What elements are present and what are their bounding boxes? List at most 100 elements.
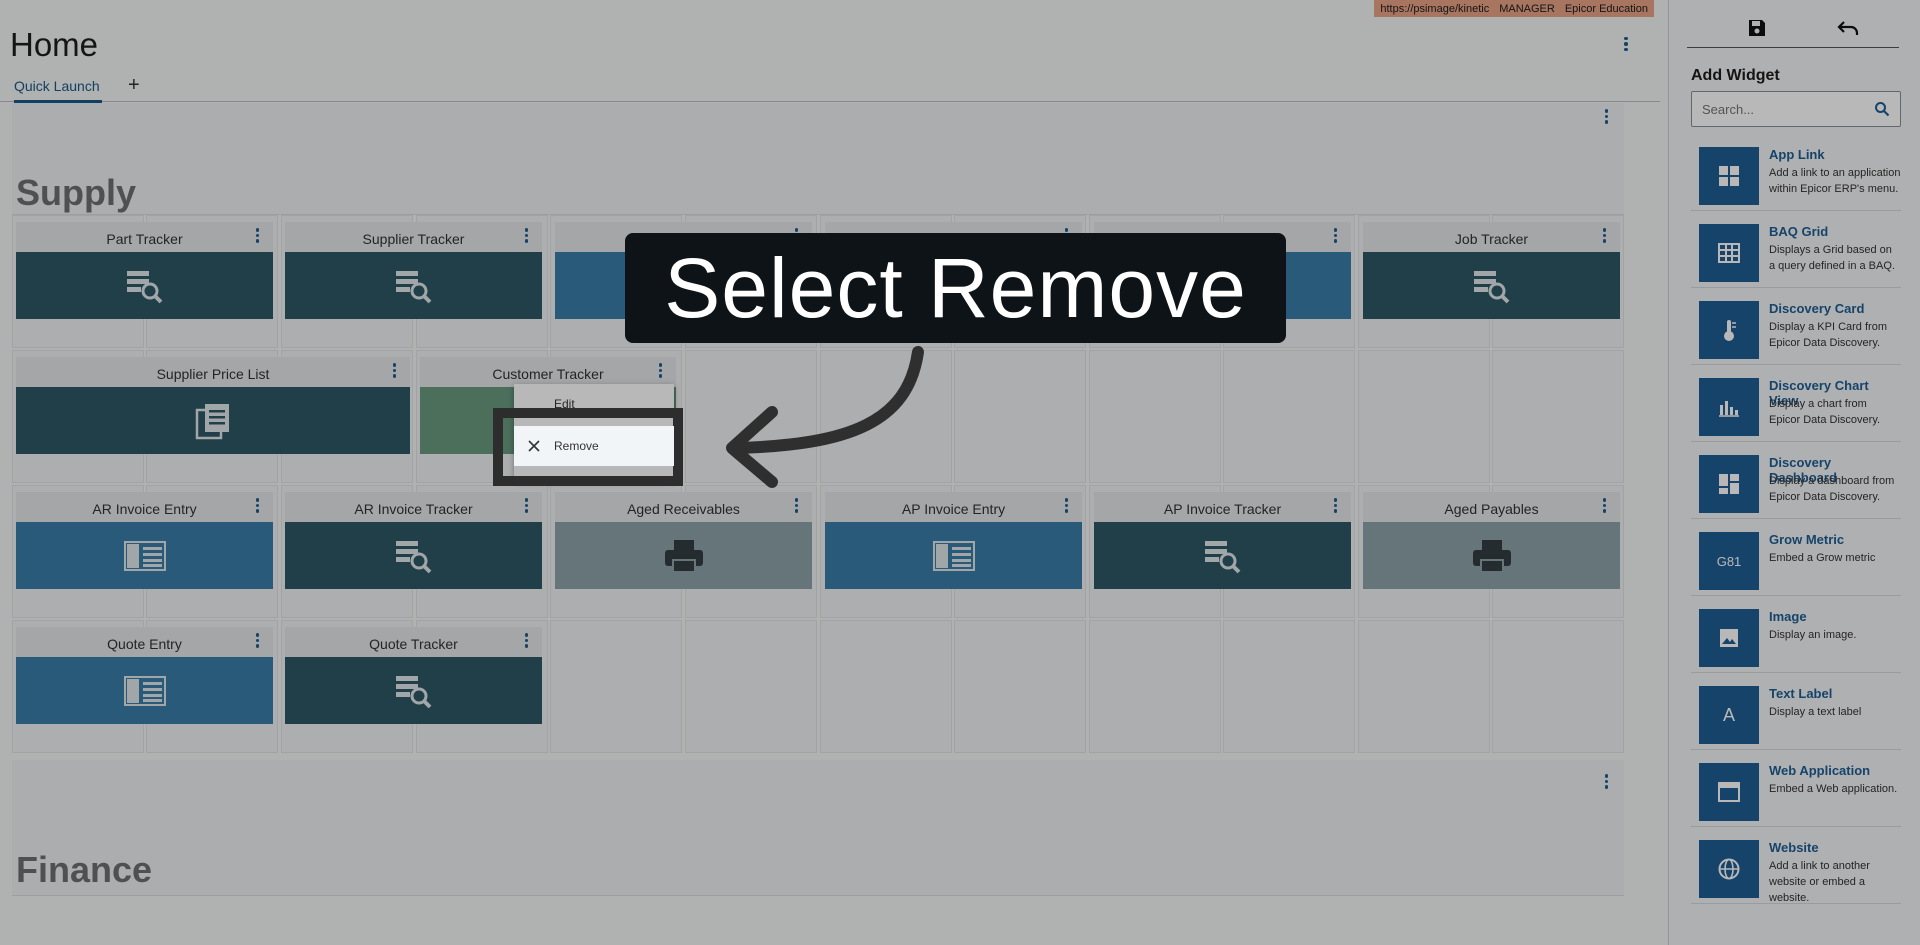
- widget-option[interactable]: Discovery Dashboard Display a dashboard f…: [1691, 447, 1901, 519]
- widget-option[interactable]: App Link Add a link to an application wit…: [1691, 139, 1901, 211]
- tile-menu-button[interactable]: [1602, 498, 1606, 513]
- report-documents-icon: [191, 402, 235, 440]
- widget-option[interactable]: Discovery Chart View Display a chart from…: [1691, 370, 1901, 442]
- search-icon[interactable]: [1874, 101, 1890, 122]
- tile-menu-button[interactable]: [255, 228, 259, 243]
- tile-menu-button[interactable]: [255, 498, 259, 513]
- grid-cell: [1492, 350, 1624, 483]
- tile-body[interactable]: [16, 252, 273, 319]
- grid-cell: [1358, 620, 1490, 753]
- app-tile[interactable]: Supplier Tracker: [285, 222, 542, 319]
- widget-option[interactable]: Web Application Embed a Web application.: [1691, 755, 1901, 827]
- widget-option[interactable]: G81 Grow Metric Embed a Grow metric: [1691, 524, 1901, 596]
- page-overflow-menu-button[interactable]: [1616, 32, 1636, 56]
- highlighted-remove-option[interactable]: Remove: [514, 426, 674, 466]
- tracker-search-icon: [392, 267, 436, 305]
- tile-header: Supplier Tracker: [285, 222, 542, 252]
- tile-body[interactable]: [1363, 252, 1620, 319]
- tile-menu-button[interactable]: [392, 363, 396, 378]
- vertical-dots-icon: [1602, 498, 1606, 513]
- widget-name: Image: [1769, 609, 1807, 624]
- tile-menu-button[interactable]: [524, 633, 528, 648]
- tile-body[interactable]: [16, 387, 410, 454]
- tile-menu-button[interactable]: [524, 498, 528, 513]
- tile-menu-button[interactable]: [1064, 498, 1068, 513]
- widget-icon-tile: [1699, 224, 1759, 282]
- grid-cell: [1089, 620, 1221, 753]
- save-button[interactable]: [1747, 18, 1767, 43]
- tile-menu-button[interactable]: [1602, 228, 1606, 243]
- app-tile[interactable]: AP Invoice Entry: [825, 492, 1082, 589]
- tile-menu-button[interactable]: [524, 228, 528, 243]
- grid-cell: [954, 350, 1086, 483]
- image-icon: [1719, 628, 1739, 648]
- app-tile[interactable]: AP Invoice Tracker: [1094, 492, 1351, 589]
- tab-quick-launch[interactable]: Quick Launch: [14, 78, 102, 103]
- widget-icon-tile: [1699, 840, 1759, 898]
- app-tile[interactable]: Aged Receivables: [555, 492, 812, 589]
- tile-body[interactable]: [825, 522, 1082, 589]
- app-tile[interactable]: AR Invoice Entry: [16, 492, 273, 589]
- add-tab-button[interactable]: +: [128, 74, 140, 97]
- widget-description: Displays a Grid based on a query defined…: [1769, 244, 1895, 272]
- page-title: Home: [10, 26, 99, 63]
- widget-option[interactable]: BAQ Grid Displays a Grid based on a query…: [1691, 216, 1901, 288]
- grid-cell: [1089, 350, 1221, 483]
- panel-title: Add Widget: [1691, 67, 1780, 84]
- tile-body[interactable]: [285, 252, 542, 319]
- app-tile[interactable]: Job Tracker: [1363, 222, 1620, 319]
- tab-bar: Quick Launch +: [0, 71, 1660, 103]
- widget-search-input[interactable]: [1702, 102, 1862, 117]
- tile-title: Customer Tracker: [492, 366, 604, 382]
- tile-body[interactable]: [1363, 522, 1620, 589]
- app-tile[interactable]: AR Invoice Tracker: [285, 492, 542, 589]
- widget-option[interactable]: Discovery Card Display a KPI Card from Ep…: [1691, 293, 1901, 365]
- tile-body[interactable]: [285, 657, 542, 724]
- tile-body[interactable]: [285, 522, 542, 589]
- tile-body[interactable]: [16, 657, 273, 724]
- vertical-dots-icon: [255, 498, 259, 513]
- widget-description: Add a link to another website or embed a…: [1769, 860, 1870, 904]
- app-tile[interactable]: Aged Payables: [1363, 492, 1620, 589]
- app-tile[interactable]: Quote Entry: [16, 627, 273, 724]
- entry-form-icon: [932, 537, 976, 575]
- grid-cell: [1223, 620, 1355, 753]
- app-tile[interactable]: Quote Tracker: [285, 627, 542, 724]
- grid-cell: [685, 620, 817, 753]
- tile-header: Quote Tracker: [285, 627, 542, 657]
- widget-icon-tile: [1699, 147, 1759, 205]
- widget-description: Embed a Grow metric: [1769, 552, 1876, 564]
- tile-body[interactable]: [555, 522, 812, 589]
- app-tile[interactable]: Supplier Price List: [16, 357, 410, 454]
- section-menu-button[interactable]: [1604, 774, 1608, 789]
- panel-toolbar: [1687, 18, 1899, 48]
- tracker-search-icon: [1201, 537, 1245, 575]
- tracker-search-icon: [1470, 267, 1514, 305]
- tile-body[interactable]: [16, 522, 273, 589]
- vertical-dots-icon: [524, 228, 528, 243]
- widget-description: Add a link to an application within Epic…: [1769, 167, 1901, 195]
- tile-title: AR Invoice Tracker: [354, 501, 473, 517]
- widget-option[interactable]: Website Add a link to another website or …: [1691, 832, 1901, 904]
- tile-menu-button[interactable]: [1333, 228, 1337, 243]
- widget-icon-tile: G81: [1699, 532, 1759, 590]
- tile-body[interactable]: [1094, 522, 1351, 589]
- widget-option[interactable]: Image Display an image.: [1691, 601, 1901, 673]
- save-icon: [1749, 20, 1765, 36]
- app-tile[interactable]: Part Tracker: [16, 222, 273, 319]
- vertical-dots-icon: [1604, 109, 1608, 124]
- tile-title: Job Tracker: [1454, 231, 1529, 247]
- widget-option[interactable]: A Text Label Display a text label: [1691, 678, 1901, 750]
- grid-cell: [1492, 620, 1624, 753]
- undo-button[interactable]: [1837, 18, 1861, 43]
- section-menu-button[interactable]: [1604, 109, 1608, 124]
- tile-title: AR Invoice Entry: [92, 501, 197, 517]
- tile-menu-button[interactable]: [255, 633, 259, 648]
- tile-header: AR Invoice Entry: [16, 492, 273, 522]
- undo-icon: [1837, 21, 1859, 35]
- tile-menu-button[interactable]: [658, 363, 662, 378]
- vertical-dots-icon: [1333, 498, 1337, 513]
- tile-menu-button[interactable]: [1333, 498, 1337, 513]
- current-user: MANAGER: [1499, 2, 1555, 15]
- instruction-arrow: [700, 340, 930, 505]
